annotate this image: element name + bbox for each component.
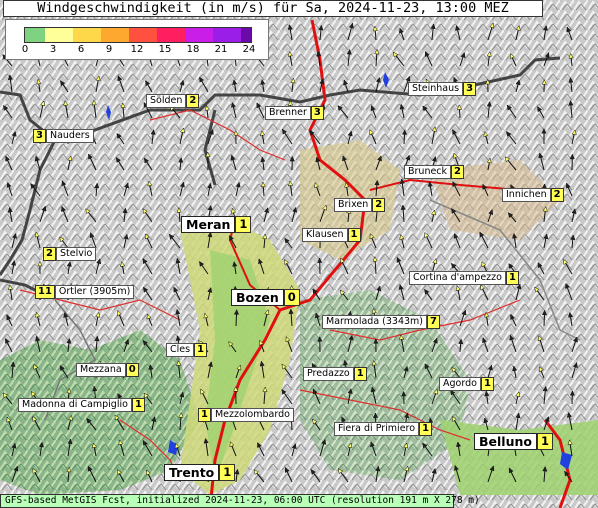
station-name: Sölden [146, 94, 187, 108]
station-label: Cles 1 [166, 343, 208, 357]
wind-speed-value: 3 [463, 82, 477, 96]
station-name: Bruneck [404, 165, 452, 179]
wind-speed-value: 2 [186, 94, 200, 108]
legend-tick-label: 24 [242, 44, 256, 55]
wind-speed-value: 1 [536, 433, 553, 450]
wind-speed-value: 2 [451, 165, 465, 179]
station-name: Meran [181, 216, 236, 233]
legend-color-segment [129, 28, 157, 42]
legend-color-segment [45, 28, 73, 42]
station-name: Klausen [302, 228, 348, 242]
wind-speed-value: 1 [419, 422, 433, 436]
wind-speed-value: 2 [43, 247, 56, 261]
wind-speed-value: 1 [353, 367, 367, 381]
station-label: 11 Ortler (3905m) [35, 285, 135, 299]
legend-color-segment [73, 28, 101, 42]
legend-tick-label: 15 [158, 44, 172, 55]
station-name: Fiera di Primiero [334, 422, 420, 436]
legend-tick-label: 6 [77, 44, 85, 55]
station-label: Brixen 2 [334, 198, 386, 212]
station-label: Belluno 1 [474, 433, 553, 450]
station-name: Nauders [45, 129, 94, 143]
station-name: Trento [164, 464, 220, 481]
station-label: 1 Mezzolombardo [198, 408, 294, 422]
legend-color-segment [213, 28, 241, 42]
forecast-info-footer: GFS-based MetGIS Fcst, initialized 2024-… [0, 494, 480, 508]
wind-speed-value: 1 [505, 271, 519, 285]
station-label: Steinhaus 3 [408, 82, 477, 96]
wind-speed-value: 1 [235, 216, 252, 233]
station-label: Predazzo 1 [303, 367, 367, 381]
station-label: Madonna di Campiglio 1 [18, 398, 145, 412]
wind-speed-value: 0 [283, 289, 300, 306]
station-label: Trento 1 [164, 464, 236, 481]
station-name: Belluno [474, 433, 537, 450]
station-label: Agordo 1 [439, 377, 494, 391]
station-label: Brenner 3 [265, 106, 324, 120]
station-label: 2 Stelvio [43, 247, 97, 261]
wind-speed-legend: 0 3 6 9 12 15 18 21 24 [5, 19, 269, 60]
station-label: Meran 1 [181, 216, 252, 233]
station-label: Bozen 0 [231, 289, 300, 306]
wind-speed-value: 1 [198, 408, 211, 422]
station-label: Klausen 1 [302, 228, 361, 242]
station-name: Cles [166, 343, 195, 357]
station-name: Madonna di Campiglio [18, 398, 132, 412]
station-name: Steinhaus [408, 82, 464, 96]
legend-tick-label: 3 [49, 44, 57, 55]
legend-tick-label: 0 [21, 44, 29, 55]
station-label: Cortina d'ampezzo 1 [409, 271, 519, 285]
station-name: Mezzolombardo [210, 408, 294, 422]
wind-speed-value: 1 [347, 228, 361, 242]
wind-speed-value: 3 [310, 106, 324, 120]
wind-speed-value: 0 [125, 363, 139, 377]
station-name: Stelvio [55, 247, 97, 261]
legend-color-scale [24, 27, 252, 43]
wind-map: Windgeschwindigkeit (in m/s) für Sa, 202… [0, 0, 598, 508]
station-label: Sölden 2 [146, 94, 200, 108]
wind-speed-value: 2 [550, 188, 564, 202]
wind-speed-value: 1 [131, 398, 145, 412]
station-name: Predazzo [303, 367, 354, 381]
legend-color-segment [157, 28, 185, 42]
station-label: Bruneck 2 [404, 165, 465, 179]
legend-tick-label: 21 [214, 44, 228, 55]
station-name: Ortler (3905m) [54, 285, 135, 299]
legend-color-segment [241, 28, 251, 42]
station-name: Cortina d'ampezzo [409, 271, 506, 285]
wind-speed-value: 1 [480, 377, 494, 391]
wind-speed-value: 1 [194, 343, 208, 357]
legend-color-segment [185, 28, 213, 42]
station-name: Mezzana [76, 363, 126, 377]
map-title: Windgeschwindigkeit (in m/s) für Sa, 202… [3, 0, 543, 17]
legend-color-segment [25, 28, 45, 42]
station-label: 3 Nauders [33, 129, 94, 143]
wind-speed-value: 2 [372, 198, 386, 212]
station-name: Marmolada (3343m) [322, 315, 427, 329]
wind-speed-value: 7 [427, 315, 440, 329]
legend-tick-label: 18 [186, 44, 200, 55]
station-name: Innichen [502, 188, 551, 202]
station-name: Agordo [439, 377, 481, 391]
station-name: Brenner [265, 106, 311, 120]
station-label: Marmolada (3343m) 7 [322, 315, 440, 329]
station-name: Brixen [334, 198, 373, 212]
wind-speed-value: 11 [35, 285, 55, 299]
station-label: Mezzana 0 [76, 363, 139, 377]
legend-tick-label: 12 [130, 44, 144, 55]
wind-speed-value: 3 [33, 129, 46, 143]
legend-tick-label: 9 [105, 44, 113, 55]
station-label: Fiera di Primiero 1 [334, 422, 433, 436]
station-name: Bozen [231, 289, 284, 306]
station-label: Innichen 2 [502, 188, 564, 202]
wind-speed-value: 1 [219, 464, 236, 481]
legend-color-segment [101, 28, 129, 42]
